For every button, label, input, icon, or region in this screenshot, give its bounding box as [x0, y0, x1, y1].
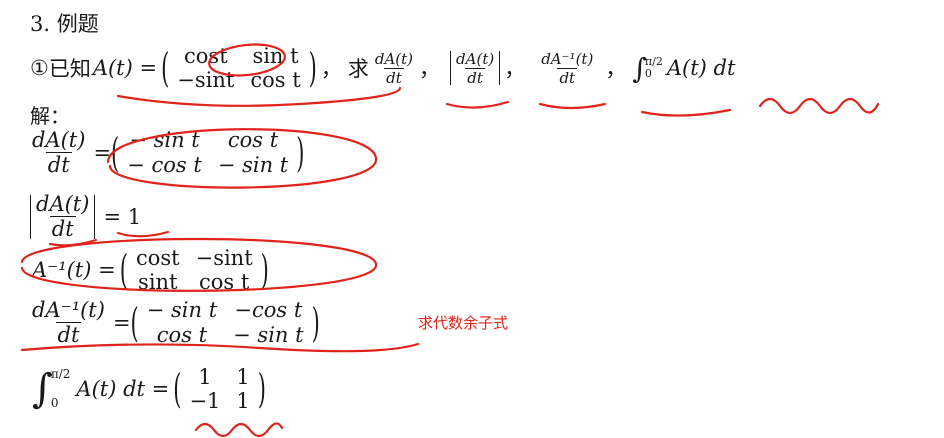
fraction-denominator: dt	[384, 67, 404, 87]
integral-body: A(t) dt	[666, 56, 736, 81]
matrix-cell: − cos t	[127, 152, 202, 177]
matrix-cell: −sint	[177, 68, 235, 93]
separator: ，	[419, 57, 441, 82]
matrix-cell: −1	[189, 388, 221, 413]
matrix-cell: cos t	[198, 270, 250, 295]
matrix-cell: 1	[198, 364, 212, 389]
derivative-fraction: dA(t) dt	[373, 50, 415, 87]
wave-mark-integral-result	[194, 422, 284, 438]
matrix-cell: cos t	[227, 128, 279, 153]
inverse-derivative-fraction: dA⁻¹(t) dt	[539, 50, 595, 87]
step-integral: ∫ π/2 0 A(t) dt = ( 11 −1 1 )	[32, 360, 266, 418]
matrix-cell: cos t	[250, 68, 301, 93]
problem-prefix: 已知	[48, 57, 91, 82]
separator: ，	[504, 57, 526, 82]
matrix-cell: 1	[236, 388, 250, 413]
matrix-cell: cost	[135, 246, 180, 270]
equals-sign: =	[93, 140, 112, 165]
problem-statement: ① 已知 A(t) = ( cost sin t −sint cos t ) ， 求…	[30, 44, 735, 92]
left-paren: (	[111, 129, 120, 176]
integral-limits: π/2 0	[644, 55, 663, 81]
inverse-lhs: A⁻¹(t) =	[32, 258, 116, 283]
step-inverse-derivative: dA⁻¹(t) dt = ( − sin t −cos t cos t − sin …	[30, 298, 320, 347]
left-paren: (	[130, 299, 139, 346]
matrix-cell: sin t	[252, 44, 299, 68]
right-paren: )	[296, 129, 305, 176]
right-paren: )	[308, 45, 317, 91]
matrix-cell: − sin t	[146, 298, 218, 323]
separator: ，	[320, 57, 342, 82]
integral-lower-limit: 0	[644, 67, 652, 81]
fraction-numerator: dA(t)	[36, 192, 90, 216]
fraction-denominator: dt	[465, 67, 485, 87]
derivative-fraction: dA(t) dt	[454, 50, 496, 87]
step-derivative: dA(t) dt = ( − sin t cos t − cos t − sin t…	[30, 128, 304, 177]
equals-sign: =	[112, 310, 131, 335]
abs-bar-left	[30, 194, 31, 239]
right-paren: )	[311, 299, 320, 346]
matrix-cell: cost	[184, 44, 228, 68]
ask-label: 求	[347, 57, 369, 82]
solution-label: 解：	[30, 104, 70, 128]
fraction-numerator: dA⁻¹(t)	[32, 298, 105, 322]
wave-mark-integral	[758, 97, 880, 115]
integral-result-matrix: ( 11 −1 1 )	[173, 365, 266, 413]
left-paren: (	[161, 45, 170, 91]
underline-mark-derivative	[445, 100, 510, 109]
fraction-numerator: dA(t)	[374, 49, 414, 68]
problem-matrix: ( cost sin t −sint cos t )	[161, 44, 317, 92]
fraction-numerator: dA(t)	[32, 128, 86, 152]
matrix-cell: −cos t	[234, 298, 303, 323]
matrix-cell: sint	[138, 270, 178, 295]
separator: ，	[605, 57, 627, 82]
right-paren: )	[257, 365, 266, 412]
step-inverse: A⁻¹(t) = ( cost −sint sint cos t )	[32, 246, 269, 294]
cofactor-note: 求代数余子式	[418, 314, 509, 332]
abs-bar-right	[499, 51, 501, 86]
derivative-fraction: dA(t) dt	[34, 192, 91, 241]
left-paren: (	[119, 247, 128, 293]
integral-limits: π/2 0	[51, 360, 71, 418]
determinant-value: = 1	[103, 204, 142, 229]
integral-body: A(t) dt =	[76, 376, 170, 401]
right-paren: )	[260, 247, 269, 293]
abs-bar-left	[450, 51, 452, 86]
integral-upper-limit: π/2	[50, 367, 71, 381]
fraction-denominator: dt	[55, 322, 82, 347]
section-heading: 3. 例题	[30, 12, 99, 36]
step-determinant: dA(t) dt = 1	[30, 192, 141, 241]
matrix-cell: cos t	[156, 322, 208, 347]
underline-mark-determinant	[538, 102, 607, 110]
inverse-derivative-matrix: ( − sin t −cos t cos t − sin t )	[131, 298, 320, 346]
matrix-cell: 1	[236, 364, 250, 389]
fraction-denominator: dt	[49, 216, 76, 241]
matrix-cell: − sin t	[129, 128, 200, 153]
matrix-cell: − sin t	[233, 322, 304, 347]
inverse-matrix: ( cost −sint sint cos t )	[120, 246, 269, 294]
integral-lower-limit: 0	[50, 395, 59, 410]
problem-func: A(t) =	[92, 56, 158, 81]
matrix-cell: −sint	[195, 246, 253, 270]
fraction-denominator: dt	[45, 152, 72, 177]
problem-number: ①	[30, 56, 49, 81]
derivative-matrix: ( − sin t cos t − cos t − sin t )	[111, 128, 304, 176]
fraction-numerator: dA⁻¹(t)	[541, 49, 594, 68]
derivative-fraction: dA(t) dt	[30, 128, 87, 177]
matrix-cell: − sin t	[217, 152, 289, 177]
inverse-derivative-fraction: dA⁻¹(t) dt	[30, 298, 107, 347]
underline-mark-inverse-derivative	[640, 108, 732, 117]
fraction-denominator: dt	[557, 67, 578, 87]
integral-sign: ∫	[32, 365, 53, 412]
left-paren: (	[173, 365, 182, 412]
abs-bar-right	[94, 194, 96, 239]
fraction-numerator: dA(t)	[456, 49, 495, 68]
